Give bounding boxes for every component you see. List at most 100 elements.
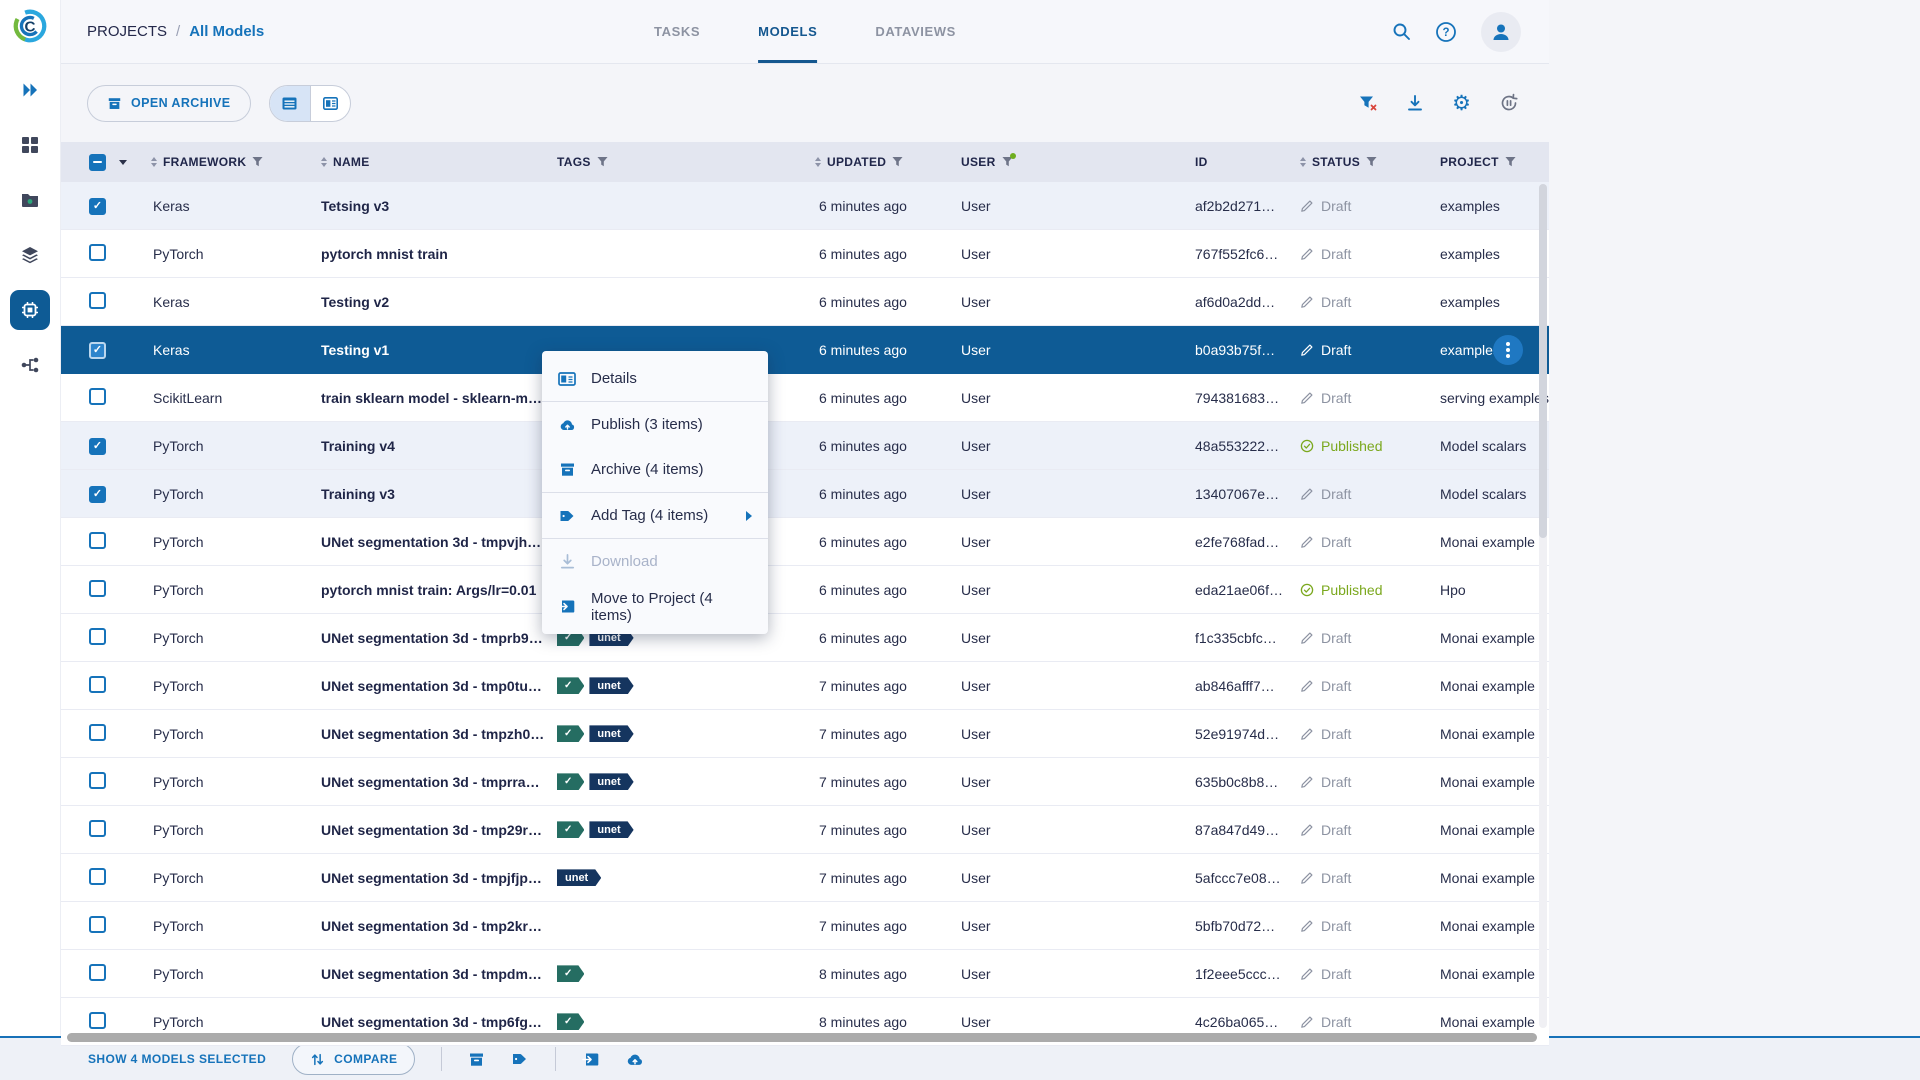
table-row[interactable]: Keras Testing v2 6 minutes ago User af6d…	[61, 278, 1549, 326]
compare-button[interactable]: COMPARE	[292, 1043, 416, 1075]
auto-refresh-button[interactable]	[1499, 93, 1519, 113]
column-header-updated[interactable]: UPDATED	[827, 155, 886, 169]
model-name[interactable]: UNet segmentation 3d - tmp2kr0…	[321, 918, 557, 934]
table-row[interactable]: PyTorch UNet segmentation 3d - tmp2kr0… …	[61, 902, 1549, 950]
table-row[interactable]: PyTorch UNet segmentation 3d - tmp0tu… u…	[61, 662, 1549, 710]
sidebar-item-projects[interactable]	[10, 180, 50, 220]
row-checkbox[interactable]	[89, 198, 106, 215]
row-checkbox[interactable]	[89, 963, 106, 981]
row-checkbox[interactable]	[89, 387, 106, 405]
model-name[interactable]: Training v4	[321, 438, 557, 454]
menu-item-publish[interactable]: Publish (3 items)	[542, 402, 768, 447]
filter-framework-icon[interactable]	[252, 156, 263, 168]
model-name[interactable]: UNet segmentation 3d - tmp0tu…	[321, 678, 557, 694]
model-name[interactable]: UNet segmentation 3d - tmpdm4…	[321, 966, 557, 982]
open-archive-button[interactable]: OPEN ARCHIVE	[87, 84, 251, 122]
column-header-tags[interactable]: TAGS	[557, 155, 591, 169]
row-checkbox[interactable]	[89, 438, 106, 455]
model-name[interactable]: pytorch mnist train: Args/lr=0.01	[321, 582, 557, 598]
table-row[interactable]: PyTorch UNet segmentation 3d - tmp29rf… …	[61, 806, 1549, 854]
column-header-status[interactable]: STATUS	[1312, 155, 1360, 169]
filter-updated-icon[interactable]	[892, 156, 903, 168]
model-name[interactable]: Testing v2	[321, 294, 557, 310]
horizontal-scrollbar[interactable]	[67, 1033, 1537, 1042]
tab-tasks[interactable]: TASKS	[654, 0, 700, 63]
row-checkbox[interactable]	[89, 915, 106, 933]
column-header-user[interactable]: USER	[961, 155, 996, 169]
tab-models[interactable]: MODELS	[758, 0, 818, 63]
column-header-project[interactable]: PROJECT	[1440, 155, 1499, 169]
filter-project-icon[interactable]	[1505, 156, 1516, 168]
table-row[interactable]: Keras Tetsing v3 6 minutes ago User af2b…	[61, 182, 1549, 230]
filter-user-icon[interactable]	[1002, 153, 1016, 168]
sidebar-expand-button[interactable]	[10, 70, 50, 110]
show-selected-link[interactable]: SHOW 4 MODELS SELECTED	[88, 1052, 266, 1066]
table-row[interactable]: PyTorch pytorch mnist train 6 minutes ag…	[61, 230, 1549, 278]
model-name[interactable]: pytorch mnist train	[321, 246, 557, 262]
select-all-checkbox[interactable]	[89, 153, 106, 171]
sort-updated-icon[interactable]	[815, 156, 821, 168]
help-button[interactable]: ?	[1435, 21, 1457, 43]
row-checkbox[interactable]	[89, 627, 106, 645]
footer-move-to-project-button[interactable]	[582, 1051, 600, 1068]
sort-name-icon[interactable]	[321, 156, 327, 168]
sidebar-item-models[interactable]	[10, 290, 50, 330]
model-name[interactable]: UNet segmentation 3d - tmpvjhyl…	[321, 534, 557, 550]
table-row[interactable]: PyTorch UNet segmentation 3d - tmpjfjpv……	[61, 854, 1549, 902]
sidebar-item-dashboard[interactable]	[10, 125, 50, 165]
breadcrumb-current-all-models[interactable]: All Models	[189, 23, 264, 40]
footer-publish-button[interactable]	[626, 1051, 644, 1067]
model-name[interactable]: UNet segmentation 3d - tmprrae…	[321, 774, 557, 790]
model-name[interactable]: UNet segmentation 3d - tmp6fg0…	[321, 1014, 557, 1030]
menu-item-move-to-project[interactable]: Move to Project (4 items)	[542, 584, 768, 629]
row-checkbox[interactable]	[89, 819, 106, 837]
filter-tags-icon[interactable]	[597, 156, 608, 168]
table-row[interactable]: PyTorch pytorch mnist train: Args/lr=0.0…	[61, 566, 1549, 614]
menu-item-archive[interactable]: Archive (4 items)	[542, 447, 768, 492]
footer-archive-button[interactable]	[468, 1051, 485, 1068]
tab-dataviews[interactable]: DATAVIEWS	[875, 0, 956, 63]
table-row[interactable]: ScikitLearn train sklearn model - sklear…	[61, 374, 1549, 422]
row-checkbox[interactable]	[89, 579, 106, 597]
table-row[interactable]: PyTorch Training v3 6 minutes ago User 1…	[61, 470, 1549, 518]
row-checkbox[interactable]	[89, 243, 106, 261]
column-header-framework[interactable]: FRAMEWORK	[163, 155, 246, 169]
sort-framework-icon[interactable]	[151, 156, 157, 168]
table-view-toggle[interactable]	[269, 85, 310, 121]
model-name[interactable]: UNet segmentation 3d - tmprb9d…	[321, 630, 557, 646]
clearml-logo[interactable]: C	[11, 7, 49, 50]
row-checkbox[interactable]	[89, 291, 106, 309]
row-checkbox[interactable]	[89, 723, 106, 741]
model-name[interactable]: Testing v1	[321, 342, 557, 358]
model-name[interactable]: Tetsing v3	[321, 198, 557, 214]
clear-filters-button[interactable]	[1359, 95, 1378, 112]
table-row[interactable]: PyTorch UNet segmentation 3d - tmpdm4… 8…	[61, 950, 1549, 998]
download-table-button[interactable]	[1406, 94, 1424, 112]
table-row[interactable]: PyTorch Training v4 6 minutes ago User 4…	[61, 422, 1549, 470]
column-header-id[interactable]: ID	[1195, 155, 1208, 169]
model-name[interactable]: UNet segmentation 3d - tmpjfjpv…	[321, 870, 557, 886]
vertical-scrollbar-thumb[interactable]	[1538, 184, 1547, 539]
row-checkbox[interactable]	[89, 771, 106, 789]
card-view-toggle[interactable]	[309, 85, 350, 121]
table-row[interactable]: PyTorch UNet segmentation 3d - tmprb9d… …	[61, 614, 1549, 662]
row-menu-kebab-button[interactable]	[1492, 335, 1523, 365]
row-checkbox[interactable]	[89, 342, 106, 359]
column-header-name[interactable]: NAME	[333, 155, 370, 169]
table-row[interactable]: PyTorch UNet segmentation 3d - tmprrae… …	[61, 758, 1549, 806]
footer-add-tag-button[interactable]	[511, 1051, 529, 1067]
menu-item-details[interactable]: Details	[542, 356, 768, 401]
row-checkbox[interactable]	[89, 531, 106, 549]
model-name[interactable]: train sklearn model - sklearn-mo…	[321, 390, 557, 406]
table-row[interactable]: PyTorch UNet segmentation 3d - tmpzh0… u…	[61, 710, 1549, 758]
sort-status-icon[interactable]	[1300, 156, 1306, 168]
search-button[interactable]	[1392, 22, 1411, 41]
model-name[interactable]: UNet segmentation 3d - tmpzh0…	[321, 726, 557, 742]
sidebar-item-datasets[interactable]	[10, 235, 50, 275]
sidebar-item-pipelines[interactable]	[10, 345, 50, 385]
selection-dropdown-caret[interactable]	[119, 159, 127, 165]
row-checkbox[interactable]	[89, 486, 106, 503]
breadcrumb-projects-link[interactable]: PROJECTS	[87, 23, 167, 40]
menu-item-add-tag[interactable]: Add Tag (4 items)	[542, 493, 768, 538]
user-avatar[interactable]	[1480, 11, 1521, 52]
